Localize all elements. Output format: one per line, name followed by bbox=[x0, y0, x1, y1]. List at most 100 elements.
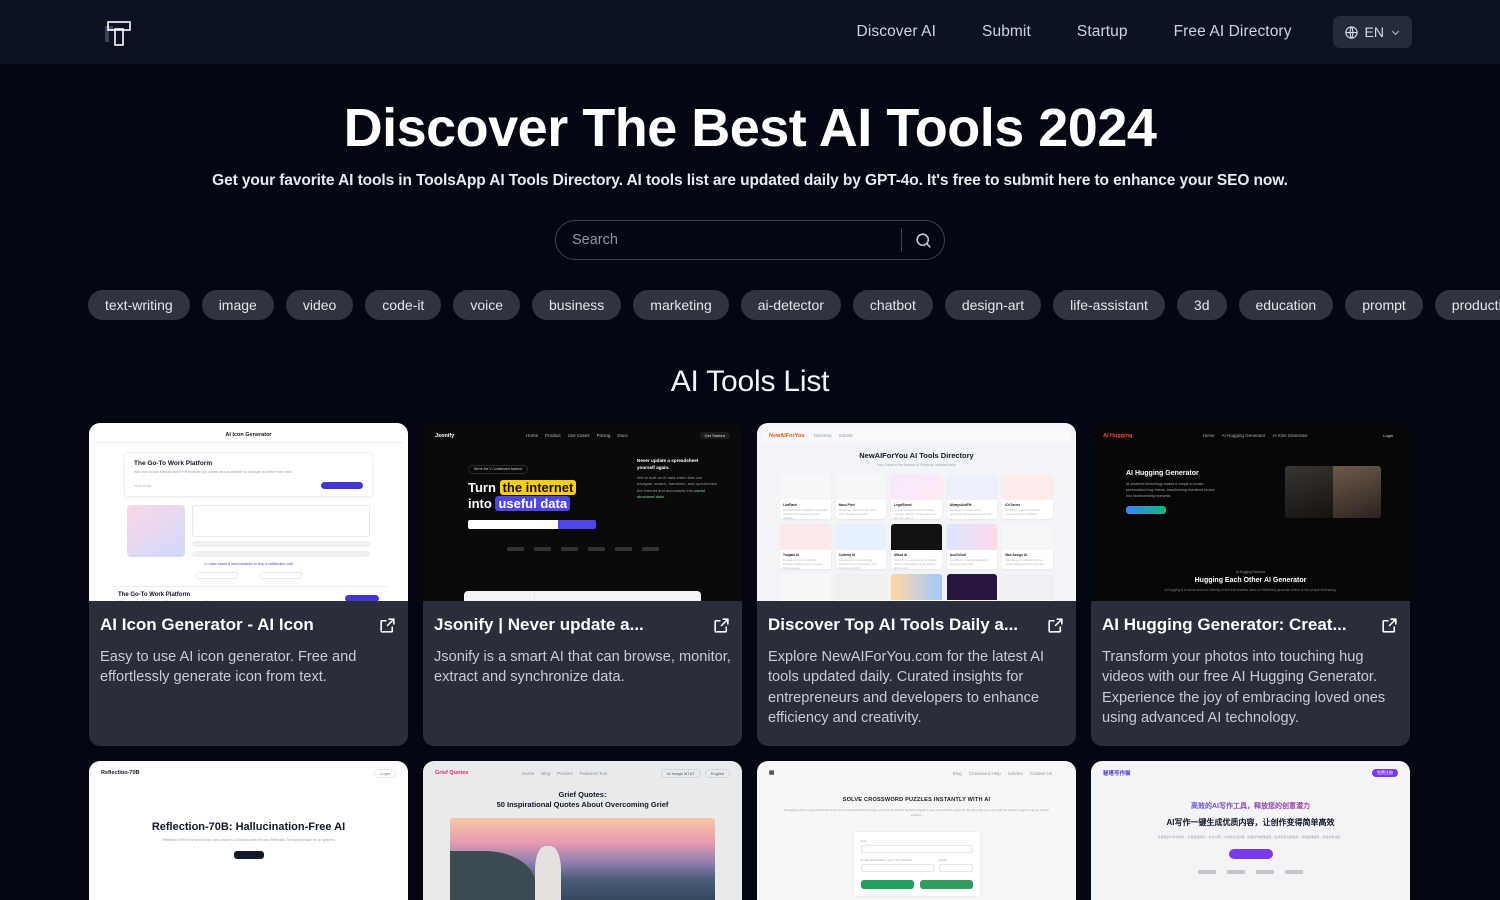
preview-hero-image bbox=[1285, 466, 1381, 519]
preview-site-name: AI Icon Generator bbox=[225, 432, 272, 439]
preview-site-name: Grief Quotes bbox=[435, 770, 469, 777]
tag-3d[interactable]: 3d bbox=[1176, 290, 1227, 321]
site-preview: AI Hugging Home AI Hugging Generator AI Ki… bbox=[1091, 423, 1410, 602]
tool-card[interactable]: 秘塔写作猫 免费注册 高效的AI写作工具，释放您的创意潜力 AI写作一键生成优质… bbox=[1091, 760, 1410, 900]
preview-icon-art bbox=[127, 505, 185, 558]
preview-cta: Login bbox=[1383, 433, 1393, 439]
nav-item-startup[interactable]: Startup bbox=[1054, 15, 1151, 49]
preview-heading: SOLVE CROSSWORD PUZZLES INSTANTLY WITH A… bbox=[842, 796, 991, 803]
preview-headline-gradient: 高效的AI写作工具，释放您的创意潜力 bbox=[1096, 801, 1405, 811]
external-link-icon[interactable] bbox=[1380, 616, 1399, 635]
site-header: Discover AI Submit Startup Free AI Direc… bbox=[0, 0, 1500, 64]
site-preview: Grief Quotes Home Blog Product Featured To… bbox=[423, 760, 742, 900]
tool-card[interactable]: NewAIForYou Directory Submit NewAIForYou … bbox=[757, 423, 1076, 746]
language-label: EN bbox=[1364, 24, 1384, 40]
preview-body: Struggling with a tough crossword clue? … bbox=[784, 807, 1049, 818]
preview-headline: AI Hugging Generator bbox=[1126, 470, 1199, 478]
tag-voice[interactable]: voice bbox=[453, 290, 521, 321]
search-bar[interactable] bbox=[555, 220, 945, 261]
tool-card[interactable]: Grief Quotes Home Blog Product Featured To… bbox=[423, 760, 742, 900]
preview-side-copy: Never update a spreadsheet yourself agai… bbox=[637, 458, 717, 500]
nav-item-free-ai-directory[interactable]: Free AI Directory bbox=[1151, 15, 1315, 49]
search-button[interactable] bbox=[902, 221, 944, 259]
preview-body: AI-powered technology makes it simple to… bbox=[1126, 482, 1216, 498]
preview-badge: We're the Y Combinator backed bbox=[468, 464, 528, 474]
preview-body: 多维度的AI写作助手，文章自动成文、长文大纲、AI润色文法纠错、摘要写作精准提炼… bbox=[1157, 834, 1344, 839]
external-link-icon[interactable] bbox=[712, 616, 731, 635]
tag-design-art[interactable]: design-art bbox=[944, 290, 1042, 321]
preview-cta: AI Image MT&T bbox=[660, 768, 701, 778]
preview-prompt-box bbox=[192, 505, 370, 538]
tag-video[interactable]: video bbox=[285, 290, 354, 321]
card-description: Transform your photos into touching hug … bbox=[1102, 649, 1386, 726]
tag-life-assistant[interactable]: life-assistant bbox=[1053, 290, 1165, 321]
tool-card[interactable]: ▤ Blog Crossword Help Solvers Contact Us S… bbox=[757, 760, 1076, 900]
external-link-icon[interactable] bbox=[1046, 616, 1065, 635]
tag-chatbot[interactable]: chatbot bbox=[852, 290, 933, 321]
card-description: Explore NewAIForYou.com for the latest A… bbox=[768, 649, 1045, 726]
external-link-icon[interactable] bbox=[378, 616, 397, 635]
tool-card[interactable]: Jsonify Home Product Use Cases Pricing Doc… bbox=[423, 423, 742, 746]
preview-side-body: We've built an AI data intern that can n… bbox=[637, 474, 717, 500]
page-title: Discover The Best AI Tools 2024 bbox=[343, 98, 1157, 158]
language-selector[interactable]: EN bbox=[1332, 16, 1412, 48]
preview-nav: Home Product Use Cases Pricing Docs bbox=[526, 433, 628, 439]
logo[interactable] bbox=[98, 12, 138, 52]
tag-business[interactable]: business bbox=[532, 290, 622, 321]
tag-prompt[interactable]: prompt bbox=[1345, 290, 1423, 321]
preview-link: << make based & new industries to drop a… bbox=[203, 562, 294, 567]
search-input[interactable] bbox=[556, 221, 901, 260]
nav-item-submit[interactable]: Submit bbox=[959, 15, 1054, 49]
tag-text-writing[interactable]: text-writing bbox=[88, 290, 190, 321]
preview-heading: Grief Quotes: 50 Inspirational Quotes Abo… bbox=[496, 789, 669, 810]
preview-heading: Reflection-70B: Hallucination-Free AI bbox=[151, 820, 346, 833]
tag-education[interactable]: education bbox=[1238, 290, 1334, 321]
site-preview: AI Icon Generator The Go-To Work Platfor… bbox=[89, 423, 408, 602]
preview-site-name: 秘塔写作猫 bbox=[1103, 771, 1131, 778]
preview-footer-body: AI hugging is a robust and user-friendly… bbox=[1164, 587, 1337, 592]
site-preview: 秘塔写作猫 免费注册 高效的AI写作工具，释放您的创意潜力 AI写作一键生成优质… bbox=[1091, 760, 1410, 900]
preview-site-name: AI Hugging bbox=[1103, 432, 1133, 439]
preview-tile-grid: LlmFlash LlmFlash offers a platform to ge… bbox=[762, 467, 1071, 602]
card-thumbnail: NewAIForYou Directory Submit NewAIForYou … bbox=[757, 423, 1076, 602]
tag-image[interactable]: image bbox=[201, 290, 274, 321]
preview-site-name: ▤ bbox=[769, 770, 775, 777]
card-title: AI Icon Generator - AI Icon bbox=[100, 615, 314, 635]
preview-hero-image bbox=[450, 817, 715, 900]
card-description: Jsonify is a smart AI that can browse, m… bbox=[434, 649, 731, 686]
card-body: AI Hugging Generator: Creat... Transform… bbox=[1091, 601, 1410, 746]
tool-card[interactable]: Reflection-70B Login Reflection-70B: Hal… bbox=[89, 760, 408, 900]
category-tag-list[interactable]: text-writing image video code-it voice b… bbox=[0, 287, 1500, 323]
preview-ad-field: Work email bbox=[134, 483, 151, 488]
preview-footer-button bbox=[345, 594, 379, 602]
search-icon bbox=[914, 231, 933, 250]
preview-side-title: Never update a spreadsheet yourself agai… bbox=[637, 458, 699, 470]
preview-input-group bbox=[468, 519, 596, 529]
hero-section: Discover The Best AI Tools 2024 Get your… bbox=[0, 64, 1500, 261]
preview-headline-main: AI写作一键生成优质内容，让创作变得简单高效 bbox=[1166, 817, 1335, 827]
preview-site-name: NewAIForYou bbox=[769, 432, 805, 439]
tag-code-it[interactable]: code-it bbox=[365, 290, 442, 321]
card-body: AI Icon Generator - AI Icon Easy to use … bbox=[89, 601, 408, 706]
preview-cta-button bbox=[1228, 848, 1273, 859]
card-thumbnail: ▤ Blog Crossword Help Solvers Contact Us S… bbox=[757, 760, 1076, 900]
preview-site-name: Reflection-70B bbox=[101, 770, 140, 777]
card-title: Discover Top AI Tools Daily a... bbox=[768, 615, 1019, 635]
card-thumbnail: AI Icon Generator The Go-To Work Platfor… bbox=[89, 423, 408, 602]
preview-generate-button bbox=[192, 551, 370, 558]
tag-marketing[interactable]: marketing bbox=[633, 290, 729, 321]
site-preview: Jsonify Home Product Use Cases Pricing Doc… bbox=[423, 423, 742, 602]
card-thumbnail: AI Hugging Home AI Hugging Generator AI Ki… bbox=[1091, 423, 1410, 602]
tool-card[interactable]: AI Hugging Home AI Hugging Generator AI Ki… bbox=[1091, 423, 1410, 746]
tag-ai-detector[interactable]: ai-detector bbox=[740, 290, 841, 321]
preview-footer-buttons bbox=[94, 572, 403, 580]
preview-ad-title: The Go-To Work Platform bbox=[134, 460, 213, 468]
preview-cta: Get Started bbox=[699, 432, 730, 440]
preview-cta: Login bbox=[374, 768, 396, 778]
tool-card[interactable]: AI Icon Generator The Go-To Work Platfor… bbox=[89, 423, 408, 746]
preview-footer-title: The Go-To Work Platform bbox=[118, 592, 191, 599]
preview-cta-button bbox=[1126, 506, 1166, 515]
tag-productivity[interactable]: productivity bbox=[1434, 290, 1500, 321]
preview-cta-button bbox=[233, 850, 264, 859]
nav-item-discover-ai[interactable]: Discover AI bbox=[834, 15, 960, 49]
